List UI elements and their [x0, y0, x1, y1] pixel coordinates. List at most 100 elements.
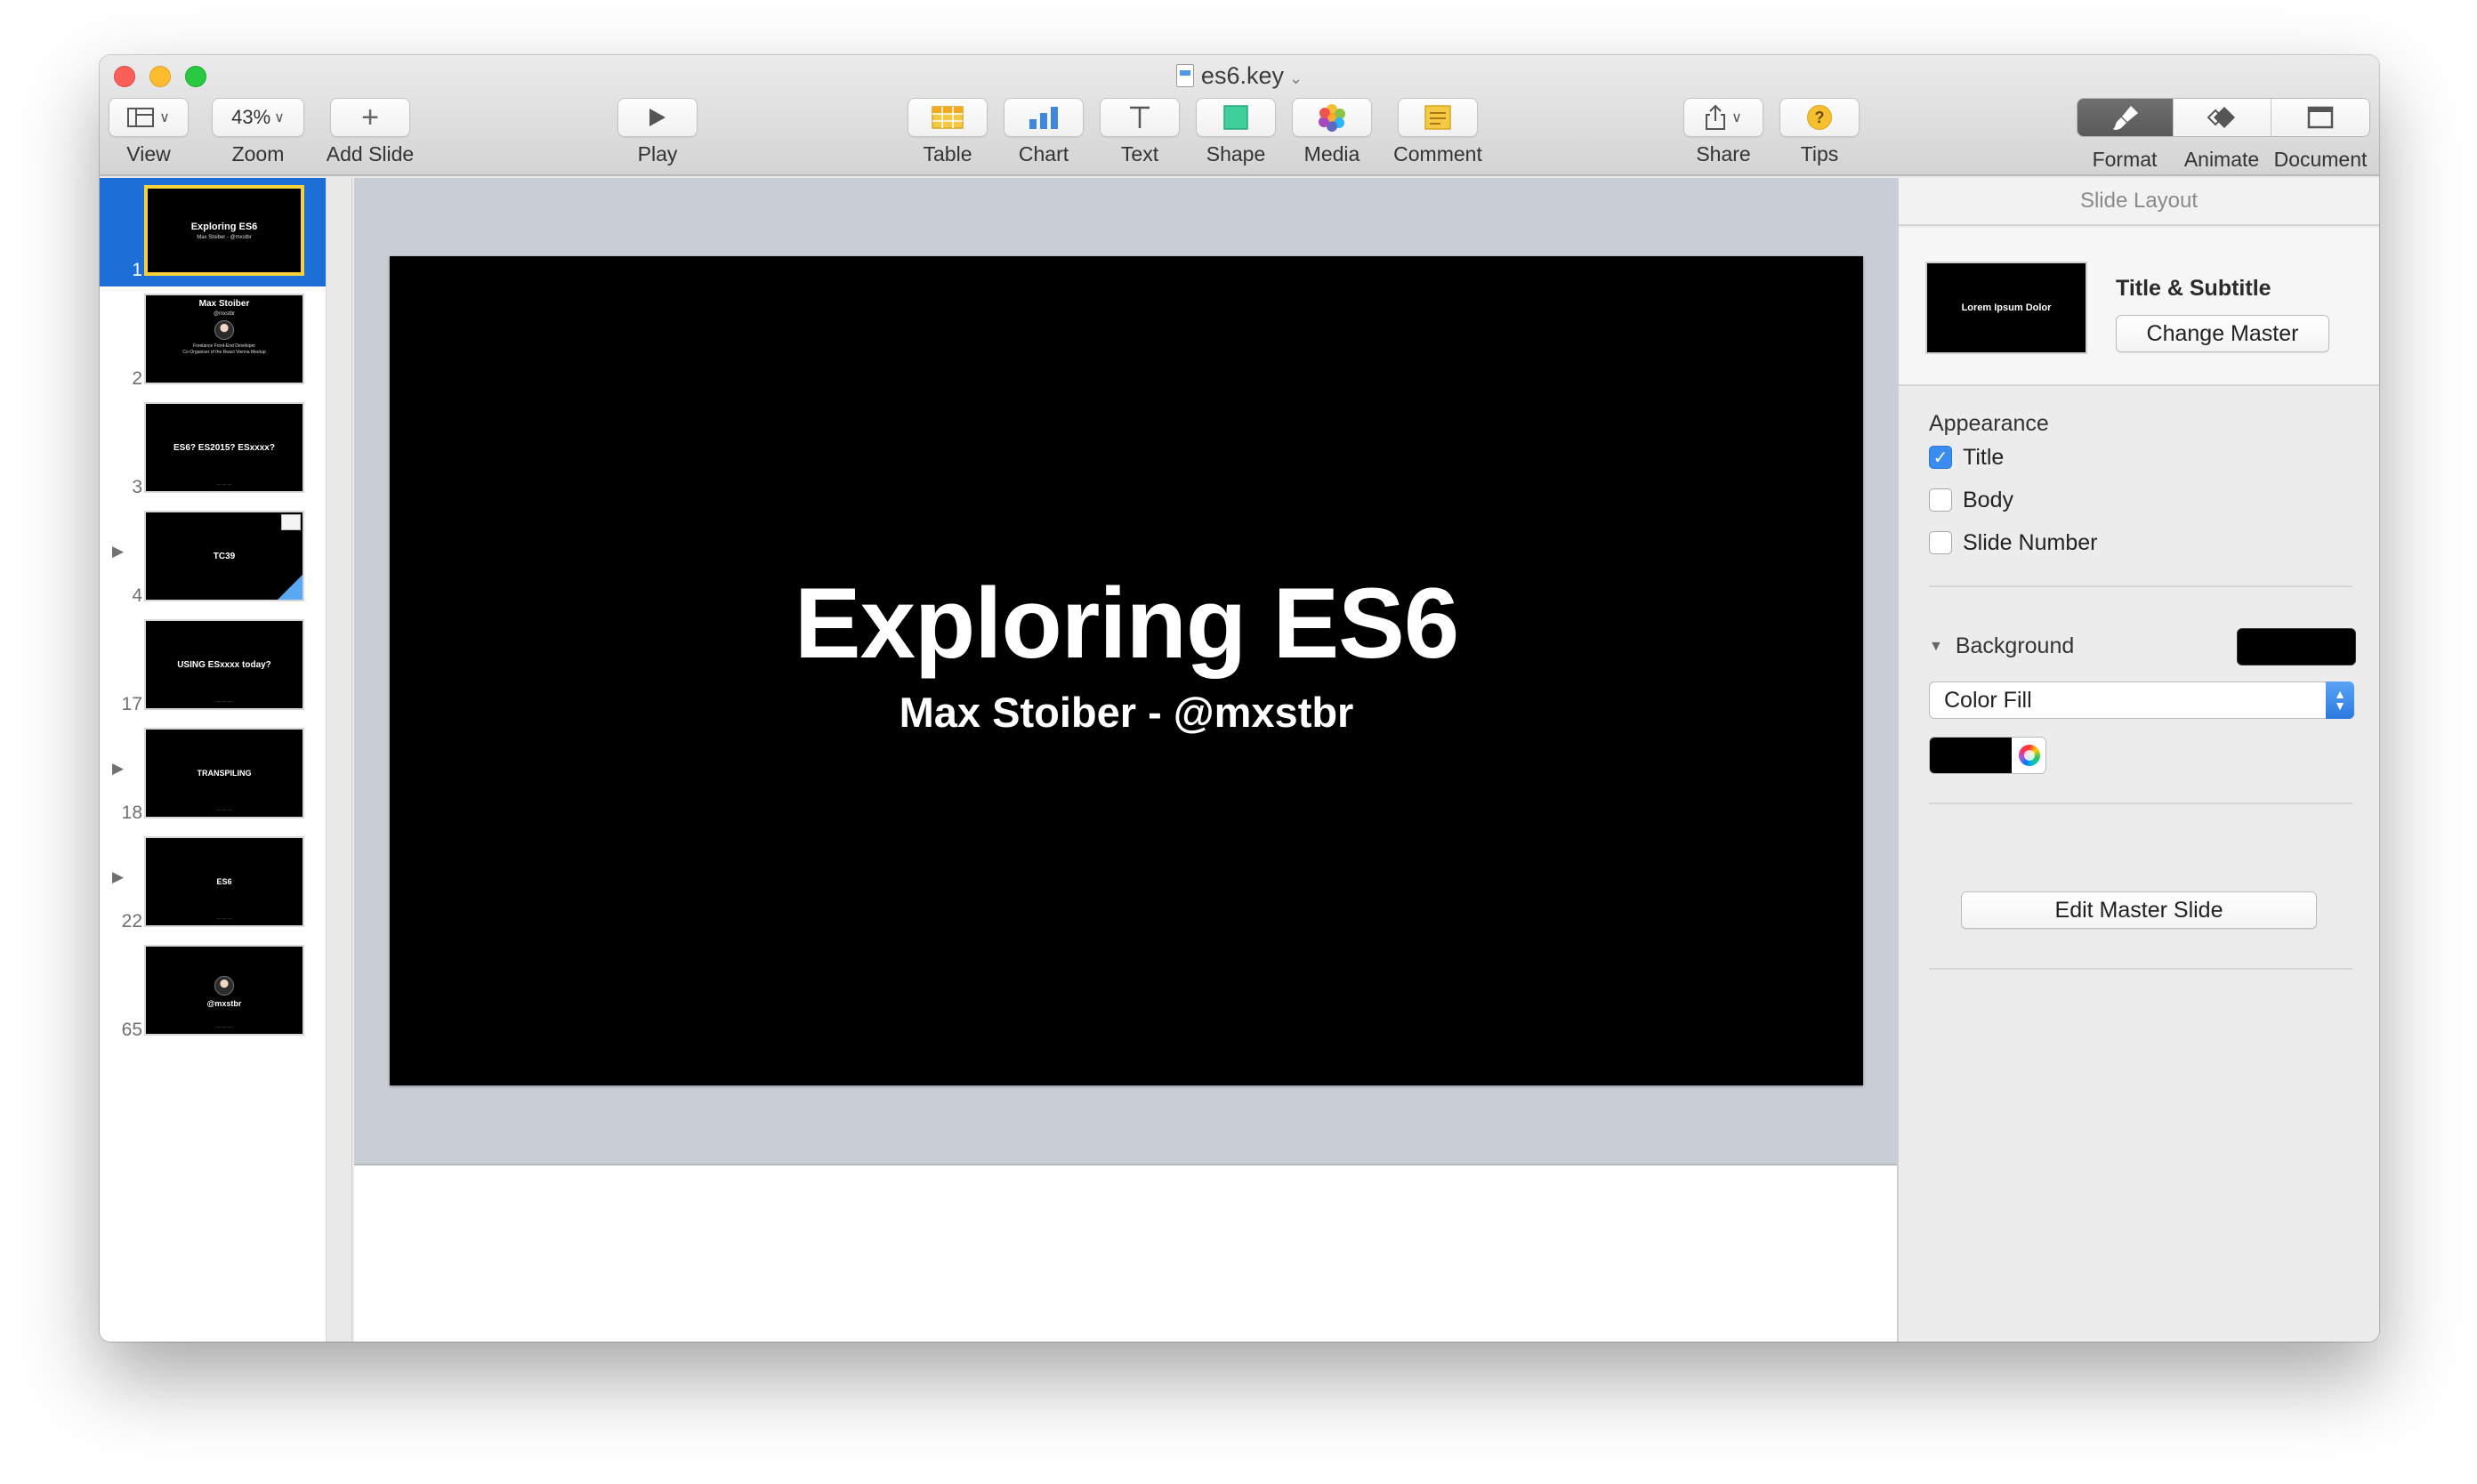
slide-thumbnail[interactable]: USING ESxxxx today? — — — 17 — [100, 612, 326, 721]
body-checkbox[interactable] — [1929, 488, 1952, 512]
slide-number-checkbox[interactable] — [1929, 531, 1952, 554]
view-menu[interactable]: ∨ View — [109, 98, 189, 166]
master-name: Title & Subtitle — [2116, 276, 2271, 301]
shape[interactable]: Shape — [1196, 98, 1276, 166]
thumb-footer: — — — — [216, 808, 232, 813]
tips-label: Tips — [1800, 142, 1839, 165]
zoom-value: 43% — [231, 106, 271, 128]
table-label: Table — [923, 142, 972, 165]
thumb-title: ES6? ES2015? ESxxxx? — [173, 442, 275, 453]
comment-label: Comment — [1393, 142, 1482, 165]
zoom-label: Zoom — [231, 142, 285, 165]
current-slide[interactable]: Exploring ES6 Max Stoiber - @mxstbr — [390, 256, 1863, 1085]
change-master-button[interactable]: Change Master — [2116, 315, 2329, 352]
share-icon — [1706, 104, 1726, 130]
share-button[interactable]: ∨ — [1683, 98, 1763, 137]
play[interactable]: Play — [617, 98, 698, 166]
select-arrows-icon: ▲ ▼ — [2326, 682, 2354, 719]
paintbrush-icon — [2112, 106, 2138, 130]
slide-thumbnail[interactable]: ▶ TRANSPILING — — — 18 — [100, 721, 326, 829]
window-title-text: es6.key — [1200, 62, 1284, 89]
table-button[interactable] — [908, 98, 988, 137]
share[interactable]: ∨ Share — [1683, 98, 1763, 166]
fill-type-value: Color Fill — [1944, 688, 2032, 713]
slide-thumbnail[interactable]: Max Stoiber @mxstbr Freelance Front-End … — [100, 286, 326, 395]
chart-button[interactable] — [1004, 98, 1084, 137]
disclosure-triangle-icon[interactable]: ▶ — [112, 868, 124, 886]
tips[interactable]: ? Tips — [1779, 98, 1860, 166]
text-label: Text — [1120, 142, 1159, 165]
slide-number: 65 — [121, 1020, 142, 1040]
table-icon — [932, 106, 964, 129]
slide-preview: Exploring ES6 Max Stoiber - @mxstbr — [144, 185, 304, 276]
media[interactable]: Media — [1292, 98, 1372, 166]
tips-button[interactable]: ? — [1779, 98, 1860, 137]
fill-type-select[interactable]: Color Fill ▲ ▼ — [1929, 682, 2354, 719]
color-wheel-icon[interactable] — [2019, 745, 2040, 766]
master-thumbnail[interactable]: Lorem Ipsum Dolor — [1925, 262, 2087, 354]
slide-title[interactable]: Exploring ES6 — [795, 566, 1459, 681]
slide-number-checkbox-row[interactable]: Slide Number — [1929, 528, 2097, 557]
sidebar-layout-icon — [127, 108, 155, 127]
chart[interactable]: Chart — [1004, 98, 1084, 166]
format-button[interactable] — [2078, 99, 2174, 136]
title-checkbox[interactable]: ✓ — [1929, 446, 1952, 469]
text-icon — [1130, 106, 1150, 128]
divider — [1929, 585, 2352, 587]
thumb-title: TC39 — [213, 551, 236, 561]
comment[interactable]: Comment — [1388, 98, 1488, 166]
keynote-document-icon — [1175, 64, 1194, 87]
slide-thumbnail[interactable]: ▶ TC39 4 — [100, 504, 326, 612]
slide-thumbnail[interactable]: ES6? ES2015? ESxxxx? — — — 3 — [100, 395, 326, 504]
edit-master-slide-button[interactable]: Edit Master Slide — [1961, 891, 2317, 929]
comment-note-icon — [1424, 105, 1451, 130]
fill-color-well[interactable] — [1929, 737, 2046, 774]
slide-thumbnail[interactable]: Exploring ES6 Max Stoiber - @mxstbr 1 — [100, 178, 326, 286]
document-icon — [2307, 106, 2334, 129]
add-slide-button[interactable]: + — [330, 98, 410, 137]
canvas-background: Exploring ES6 Max Stoiber - @mxstbr — [354, 178, 1897, 1165]
chevron-down-icon: ∨ — [274, 110, 285, 125]
zoom-button[interactable]: 43% ∨ — [212, 98, 304, 137]
body-checkbox-row[interactable]: Body — [1929, 486, 2013, 514]
slide-preview: ES6 — — — — [144, 836, 304, 927]
add-slide[interactable]: + Add Slide — [322, 98, 418, 166]
share-label: Share — [1696, 142, 1751, 165]
slide-thumbnail[interactable]: ▶ ES6 — — — 22 — [100, 829, 326, 938]
play-button[interactable] — [617, 98, 698, 137]
background-color-swatch[interactable] — [2237, 628, 2356, 665]
disclosure-triangle-icon[interactable]: ▶ — [112, 760, 124, 778]
chevron-down-icon: ⌄ — [1288, 69, 1303, 87]
slide-layout-section: Lorem Ipsum Dolor Title & Subtitle Chang… — [1899, 228, 2379, 386]
document-button[interactable] — [2271, 99, 2369, 136]
fill-color-swatch[interactable] — [1930, 738, 2012, 773]
slide-preview: Max Stoiber @mxstbr Freelance Front-End … — [144, 294, 304, 384]
slide-canvas[interactable]: Exploring ES6 Max Stoiber - @mxstbr — [354, 178, 1897, 1342]
text[interactable]: Text — [1100, 98, 1180, 166]
thumb-title: USING ESxxxx today? — [177, 659, 271, 670]
slide-subtitle[interactable]: Max Stoiber - @mxstbr — [900, 688, 1354, 737]
comment-button[interactable] — [1398, 98, 1478, 137]
media-label: Media — [1303, 142, 1360, 165]
avatar — [214, 976, 234, 996]
slide-number: 2 — [132, 368, 142, 389]
chevron-down-icon: ∨ — [1731, 110, 1742, 125]
zoom-menu[interactable]: 43% ∨ Zoom — [212, 98, 304, 166]
background-section-toggle[interactable]: ▼ Background — [1929, 633, 2074, 659]
media-button[interactable] — [1292, 98, 1372, 137]
shape-button[interactable] — [1196, 98, 1276, 137]
animate-button[interactable] — [2174, 99, 2271, 136]
navigator-divider[interactable] — [326, 178, 352, 1342]
text-button[interactable] — [1100, 98, 1180, 137]
slide-number: 18 — [121, 802, 142, 823]
window-title[interactable]: es6.key ⌄ — [100, 62, 2379, 90]
view-button[interactable]: ∨ — [109, 98, 189, 137]
slide-thumbnail[interactable]: @mxstbr — — — 65 — [100, 938, 326, 1046]
presenter-notes-area[interactable] — [354, 1167, 1897, 1342]
table[interactable]: Table — [908, 98, 988, 166]
thumb-footer: — — — — [216, 699, 232, 705]
disclosure-triangle-icon[interactable]: ▶ — [112, 543, 124, 561]
title-checkbox-row[interactable]: ✓ Title — [1929, 443, 2004, 472]
shape-label: Shape — [1206, 142, 1266, 165]
thumb-title: TRANSPILING — [197, 769, 252, 778]
